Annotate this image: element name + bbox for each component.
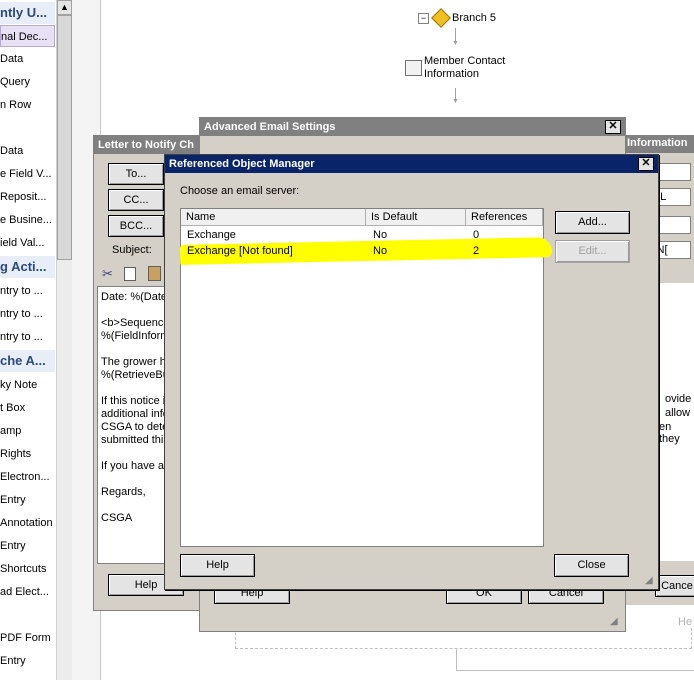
- toolbox-item[interactable]: Data: [0, 48, 55, 70]
- column-header-name[interactable]: Name: [181, 209, 366, 225]
- cut-icon[interactable]: ✂: [102, 266, 113, 282]
- subject-label: Subject:: [112, 244, 152, 256]
- toolbox-item[interactable]: ky Note: [0, 374, 55, 396]
- toolbox-item[interactable]: Data: [0, 140, 55, 162]
- row-name: Exchange [Not found]: [187, 245, 293, 257]
- column-header-references[interactable]: References: [466, 209, 543, 225]
- toolbox-item[interactable]: PDF Form: [0, 627, 55, 649]
- cc-button[interactable]: CC...: [108, 189, 164, 211]
- rom-help-button[interactable]: Help: [180, 554, 255, 577]
- resize-grip-icon[interactable]: ◢: [610, 616, 618, 627]
- right-help-fragment: He: [678, 616, 693, 628]
- rom-close-button[interactable]: Close: [554, 554, 629, 577]
- resize-grip-icon[interactable]: ◢: [645, 575, 653, 586]
- right-dialog-title: Information: [627, 137, 688, 149]
- referenced-object-manager-dialog: Referenced Object Manager ✕ Choose an em…: [164, 154, 659, 590]
- toolbox-item[interactable]: Electron...: [0, 466, 55, 488]
- sidebar-scrollbar[interactable]: ▲: [56, 0, 73, 680]
- connector-arrow-icon: ▼: [452, 98, 459, 105]
- copy-icon[interactable]: [124, 267, 136, 281]
- right-text-line: allow: [665, 407, 691, 419]
- add-button[interactable]: Add...: [555, 211, 630, 234]
- branch-label[interactable]: Branch 5: [452, 12, 496, 24]
- toolbox-item[interactable]: e Busine...: [0, 209, 55, 231]
- rom-prompt: Choose an email server:: [180, 185, 300, 197]
- branch-icon: [431, 8, 451, 28]
- advanced-email-title: Advanced Email Settings: [200, 118, 625, 136]
- toolbox-category-header[interactable]: che A...: [0, 350, 55, 372]
- edit-button[interactable]: Edit...: [555, 240, 630, 263]
- paste-icon[interactable]: [148, 266, 161, 281]
- toolbox-item[interactable]: n Row: [0, 94, 55, 116]
- scroll-thumb[interactable]: [57, 15, 72, 260]
- toolbox-item[interactable]: Rights: [0, 443, 55, 465]
- toolbox-item[interactable]: Query: [0, 71, 55, 93]
- toolbox-item[interactable]: Shortcuts: [0, 558, 55, 580]
- member-contact-line2: Information: [424, 68, 480, 80]
- advanced-close-icon[interactable]: ✕: [605, 120, 621, 134]
- to-button[interactable]: To...: [108, 163, 164, 185]
- toolbox-item[interactable]: Annotation: [0, 512, 55, 534]
- email-server-list[interactable]: Name Is Default References Exchange No 0…: [179, 208, 553, 547]
- toolbox-item[interactable]: t Box: [0, 397, 55, 419]
- column-header-is-default[interactable]: Is Default: [366, 209, 466, 225]
- toolbox-sidebar: ntly U... nal Dec... Data Query n Row Data e F…: [0, 0, 57, 680]
- rom-titlebar: Referenced Object Manager: [165, 155, 658, 173]
- connector-line: [456, 648, 457, 670]
- connector-arrow-icon: ▼: [452, 40, 459, 47]
- header-bottom-line: [181, 225, 543, 226]
- toolbox-item[interactable]: ntry to ...: [0, 280, 55, 302]
- toolbox-item[interactable]: ntry to ...: [0, 303, 55, 325]
- branch-collapse-toggle[interactable]: −: [418, 13, 429, 24]
- toolbox-item[interactable]: Entry: [0, 650, 55, 672]
- dashed-branch-outline: [456, 670, 694, 681]
- right-cancel-button[interactable]: Cance: [655, 575, 694, 597]
- toolbox-item[interactable]: Entry: [0, 535, 55, 557]
- right-text-line: en they: [659, 421, 680, 445]
- rom-title: Referenced Object Manager: [169, 158, 315, 170]
- row-is-default: No: [373, 245, 388, 257]
- row-references: 2: [473, 245, 480, 257]
- toolbox-item[interactable]: ad Elect...: [0, 581, 55, 603]
- row-name: Exchange: [187, 229, 236, 241]
- toolbox-item[interactable]: ntry to ...: [0, 326, 55, 348]
- rom-close-icon[interactable]: ✕: [638, 157, 654, 171]
- toolbox-item[interactable]: e Field V...: [0, 163, 55, 185]
- member-contact-line1: Member Contact: [424, 55, 506, 67]
- toolbox-item[interactable]: nal Dec...: [0, 25, 55, 47]
- toolbox-item[interactable]: Entry: [0, 489, 55, 511]
- toolbox-item[interactable]: amp: [0, 420, 55, 442]
- toolbox-category-header[interactable]: g Acti...: [0, 256, 55, 278]
- member-contact-icon: [405, 60, 422, 76]
- scroll-up-button[interactable]: ▲: [57, 0, 72, 15]
- toolbox-category-header[interactable]: ntly U...: [0, 2, 55, 24]
- bcc-button[interactable]: BCC...: [108, 215, 164, 237]
- toolbox-item[interactable]: ield Val...: [0, 232, 55, 254]
- table-row[interactable]: Exchange [Not found] No 2: [181, 243, 543, 259]
- member-contact-label[interactable]: Member Contact Information: [424, 55, 505, 81]
- toolbox-item[interactable]: Reposit...: [0, 186, 55, 208]
- letter-dialog-title: Letter to Notify Ch: [94, 136, 202, 154]
- right-text-line: ovide: [665, 393, 692, 405]
